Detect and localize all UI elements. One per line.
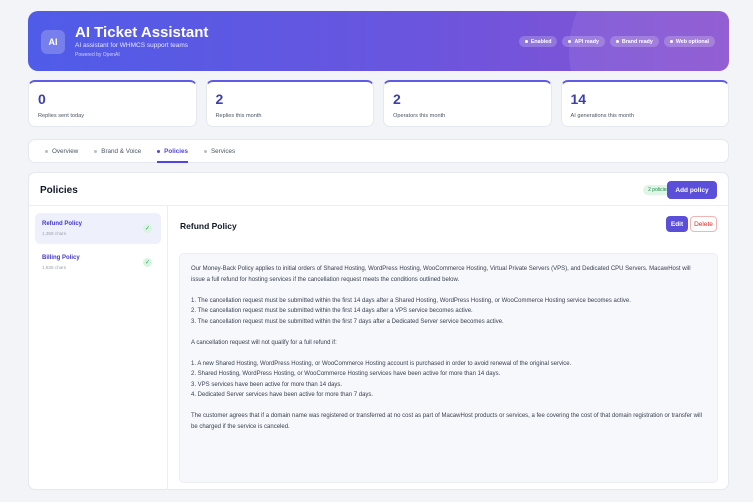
status-dot-icon <box>524 40 528 43</box>
stat-label: Operators this month <box>393 113 446 119</box>
stat-label: Replies sent today <box>38 113 85 119</box>
policy-item-billing[interactable]: Billing Policy 1,838 chars ✓ <box>35 247 161 278</box>
stat-label: AI generations this month <box>570 113 634 119</box>
status-badges: Enabled API ready Brand ready Web option… <box>518 36 715 47</box>
policy-list-item: 4. Dedicated Server services have been a… <box>191 392 374 398</box>
stat-label: Replies this month <box>215 113 262 119</box>
add-policy-button[interactable]: Add policy <box>667 181 717 199</box>
status-dot-icon <box>568 40 572 43</box>
stats-row: 0 Replies sent today 2 Replies this mont… <box>28 80 729 127</box>
stat-value: 14 <box>570 91 587 107</box>
policy-list-item: 2. The cancellation request must be subm… <box>191 308 473 314</box>
tab-bar: Overview Brand & Voice Policies Services <box>28 139 729 163</box>
policy-paragraph: Our Money-Back Policy applies to initial… <box>191 266 691 283</box>
tab-dot-icon <box>45 149 48 153</box>
app-title: AI Ticket Assistant <box>75 24 209 41</box>
status-badge-enabled: Enabled <box>518 36 558 47</box>
app-subtitle: AI assistant for WHMCS support teams <box>75 42 189 49</box>
stat-value: 2 <box>215 91 224 107</box>
tab-overview[interactable]: Overview <box>45 139 78 163</box>
panel-divider <box>167 206 168 490</box>
policy-paragraph: The customer agrees that if a domain nam… <box>191 413 702 430</box>
tab-dot-icon <box>157 149 161 153</box>
stat-value: 0 <box>38 91 46 107</box>
policy-item-refund[interactable]: Refund Policy 1,358 chars ✓ <box>35 213 161 244</box>
app-logo: AI <box>41 30 65 54</box>
check-icon: ✓ <box>143 224 152 233</box>
policy-paragraph: A cancellation request will not qualify … <box>191 339 337 346</box>
policy-item-name: Billing Policy <box>42 255 80 261</box>
policy-detail-title: Refund Policy <box>180 221 237 231</box>
stat-card-operators: 2 Operators this month <box>383 80 552 127</box>
policy-list-item: 3. The cancellation request must be subm… <box>191 318 504 325</box>
policy-item-name: Refund Policy <box>42 221 83 227</box>
policies-panel: Policies 2 policies Add policy Refund Po… <box>28 172 729 490</box>
policy-list-item: 1. The cancellation request must be subm… <box>191 297 631 304</box>
tab-dot-icon <box>203 149 207 153</box>
tab-dot-icon <box>94 149 98 153</box>
powered-by: Powered by OpenAI <box>75 52 120 58</box>
tab-brand-voice[interactable]: Brand & Voice <box>94 139 141 163</box>
policy-item-meta: 1,838 chars <box>42 265 67 270</box>
status-dot-icon <box>615 40 619 43</box>
edit-button[interactable]: Edit <box>666 216 688 232</box>
policy-item-meta: 1,358 chars <box>42 231 67 236</box>
stat-card-replies-month: 2 Replies this month <box>205 80 374 127</box>
status-dot-icon <box>669 40 673 43</box>
delete-button[interactable]: Delete <box>690 216 717 232</box>
app-header: AI AI Ticket Assistant AI assistant for … <box>28 11 729 71</box>
check-icon: ✓ <box>143 258 152 267</box>
status-badge-brand: Brand ready <box>609 36 659 47</box>
status-badge-web: Web optional <box>663 36 715 47</box>
policy-list-item: 2. Shared Hosting, WordPress Hosting, or… <box>191 371 501 377</box>
policy-list: Refund Policy 1,358 chars ✓ Billing Poli… <box>35 213 161 281</box>
stat-card-replies-today: 0 Replies sent today <box>28 80 197 127</box>
tab-services[interactable]: Services <box>203 139 235 163</box>
status-badge-api: API ready <box>562 36 605 47</box>
policies-panel-header: Policies 2 policies Add policy <box>29 173 728 206</box>
tab-policies[interactable]: Policies <box>157 139 188 163</box>
panel-title: Policies <box>40 185 78 196</box>
stat-value: 2 <box>393 91 401 107</box>
policy-content: Our Money-Back Policy applies to initial… <box>179 253 718 483</box>
stat-card-generations: 14 AI generations this month <box>560 80 729 127</box>
policy-list-item: 1. A new Shared Hosting, WordPress Hosti… <box>191 360 572 367</box>
policy-list-item: 3. VPS services have been active for mor… <box>191 381 343 388</box>
